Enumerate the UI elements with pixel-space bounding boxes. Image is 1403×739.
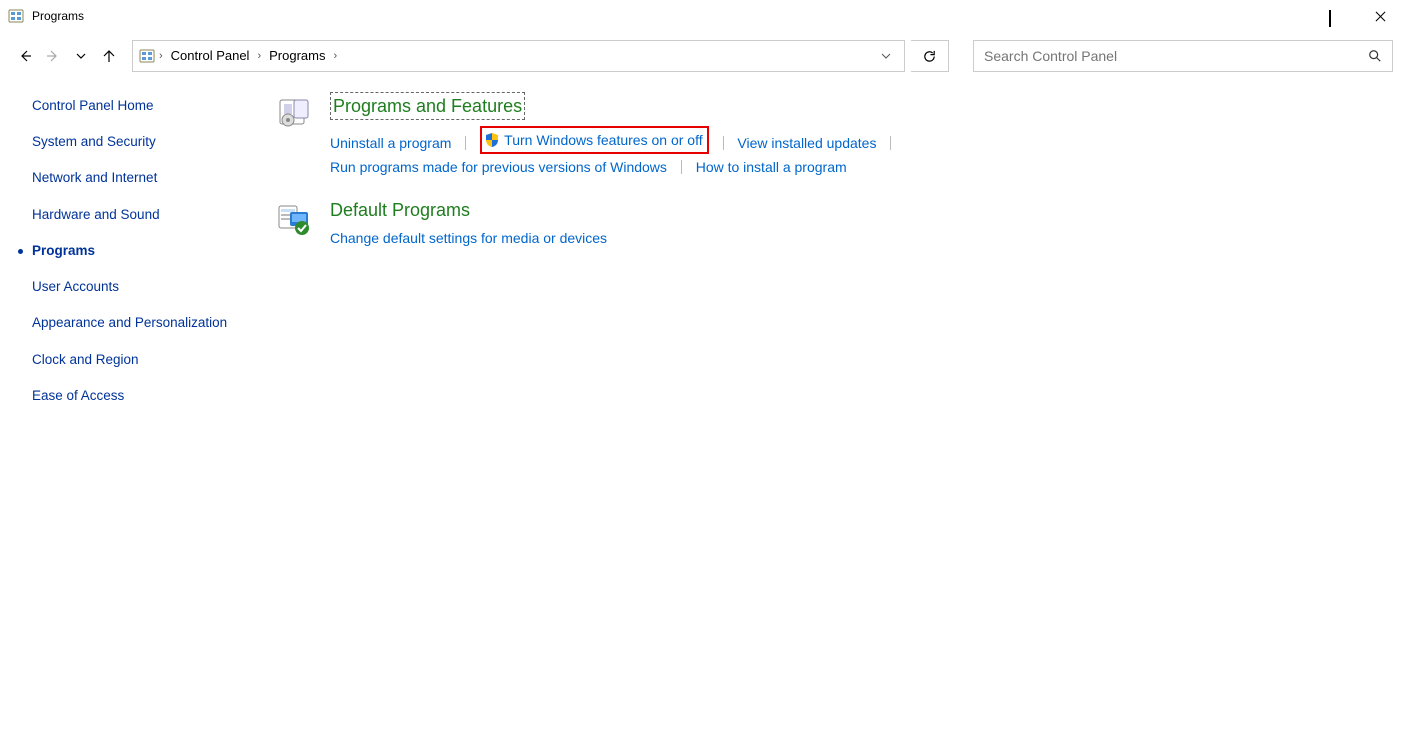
nav-row: › Control Panel › Programs › (0, 32, 1403, 80)
link-view-installed-updates[interactable]: View installed updates (737, 135, 876, 151)
close-button[interactable] (1357, 0, 1403, 32)
title-bar: Programs (0, 0, 1403, 32)
section-default-programs: Default Programs Change default settings… (276, 200, 1383, 251)
window-title: Programs (32, 9, 84, 23)
up-button[interactable] (98, 45, 120, 67)
sidebar-item-ease-of-access[interactable]: Ease of Access (32, 387, 238, 405)
sidebar-item-appearance-personalization[interactable]: Appearance and Personalization (32, 314, 238, 332)
forward-button[interactable] (42, 45, 64, 67)
recent-locations-button[interactable] (70, 45, 92, 67)
link-how-to-install[interactable]: How to install a program (696, 159, 847, 175)
sidebar: Control Panel Home System and Security N… (0, 80, 250, 435)
sidebar-item-hardware-sound[interactable]: Hardware and Sound (32, 206, 238, 224)
link-programs-features[interactable]: Programs and Features (330, 92, 525, 120)
breadcrumb-control-panel[interactable]: Control Panel (167, 41, 254, 71)
separator (681, 160, 682, 174)
link-turn-windows-features[interactable]: Turn Windows features on or off (504, 129, 702, 151)
back-button[interactable] (14, 45, 36, 67)
link-compatibility[interactable]: Run programs made for previous versions … (330, 159, 667, 175)
main-content: Programs and Features Uninstall a progra… (250, 80, 1403, 435)
separator (890, 136, 891, 150)
separator (465, 136, 466, 150)
link-change-default-settings[interactable]: Change default settings for media or dev… (330, 230, 607, 246)
address-dropdown-button[interactable] (872, 41, 900, 71)
default-programs-icon (276, 202, 312, 238)
breadcrumb-programs[interactable]: Programs (265, 41, 329, 71)
sidebar-item-network-internet[interactable]: Network and Internet (32, 169, 238, 187)
shield-icon (484, 132, 500, 148)
sidebar-item-programs[interactable]: Programs (32, 242, 238, 260)
breadcrumb-chevron-icon[interactable]: › (331, 50, 339, 62)
programs-features-icon (276, 94, 312, 130)
sidebar-item-clock-region[interactable]: Clock and Region (32, 351, 238, 369)
control-panel-icon (139, 48, 155, 64)
sidebar-item-system-security[interactable]: System and Security (32, 133, 238, 151)
section-programs-features: Programs and Features Uninstall a progra… (276, 92, 1383, 180)
search-box[interactable] (973, 40, 1393, 72)
address-bar[interactable]: › Control Panel › Programs › (132, 40, 905, 72)
caption-buttons (1265, 0, 1403, 32)
breadcrumb-chevron-icon[interactable]: › (157, 50, 165, 62)
breadcrumb-chevron-icon[interactable]: › (255, 50, 263, 62)
minimize-button[interactable] (1265, 0, 1311, 32)
separator (723, 136, 724, 150)
link-uninstall-program[interactable]: Uninstall a program (330, 135, 451, 151)
refresh-button[interactable] (911, 40, 949, 72)
sidebar-item-user-accounts[interactable]: User Accounts (32, 278, 238, 296)
maximize-button[interactable] (1311, 0, 1357, 32)
search-icon[interactable] (1368, 49, 1382, 63)
search-input[interactable] (982, 47, 1384, 65)
link-default-programs[interactable]: Default Programs (330, 200, 470, 221)
highlight-box: Turn Windows features on or off (480, 126, 708, 154)
control-panel-icon (8, 8, 24, 24)
sidebar-item-control-panel-home[interactable]: Control Panel Home (32, 97, 238, 115)
